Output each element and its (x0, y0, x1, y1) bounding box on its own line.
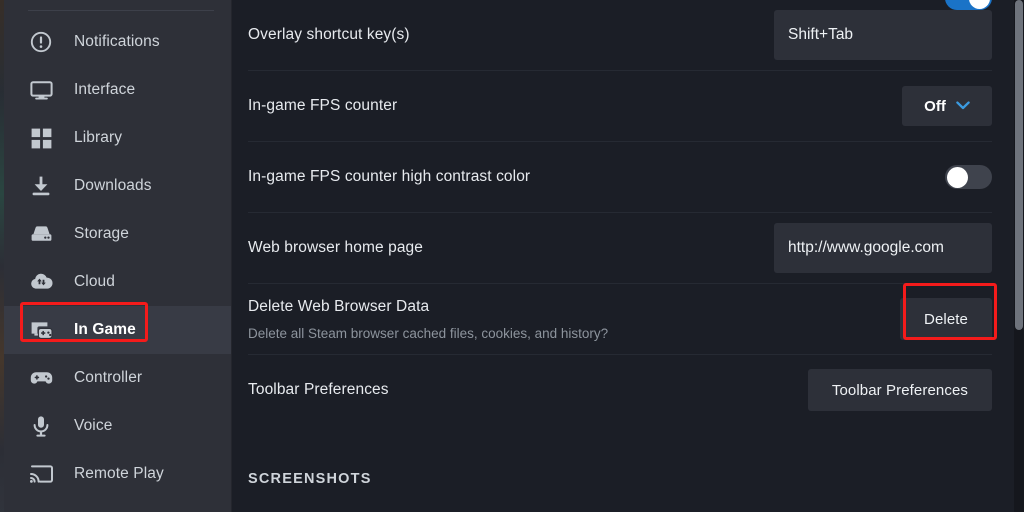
sidebar-item-notifications[interactable]: Notifications (4, 18, 232, 66)
cloud-sync-icon (28, 269, 54, 295)
setting-row-in-game-fps-counter: In-game FPS counter Off (248, 70, 992, 141)
setting-row-inner: Web browser home page http://www.google.c… (248, 213, 992, 283)
settings-main-pane: Overlay shortcut key(s) Shift+Tab In-game … (232, 0, 1024, 512)
gamepad-icon (28, 365, 54, 391)
setting-row-text: In-game FPS counter high contrast color (248, 168, 548, 186)
sidebar-item-label: Interface (74, 81, 136, 98)
setting-row-overlay-shortcut-key-s: Overlay shortcut key(s) Shift+Tab (248, 0, 992, 70)
monitor-icon (28, 77, 54, 103)
sidebar-item-in-game[interactable]: In Game (4, 306, 232, 354)
cast-screen-icon (28, 461, 54, 487)
setting-row-delete-web-browser-data: Delete Web Browser Data Delete all Steam … (248, 283, 992, 354)
sidebar-item-label: Storage (74, 225, 129, 242)
setting-control: Shift+Tab (774, 10, 992, 60)
section-heading-screenshots: SCREENSHOTS (248, 471, 372, 487)
sidebar-item-cloud[interactable]: Cloud (4, 258, 232, 306)
sidebar-item-label: Library (74, 129, 123, 146)
button-label: Delete (924, 310, 968, 328)
setting-label: In-game FPS counter high contrast color (248, 168, 531, 185)
setting-row-inner: In-game FPS counter Off (248, 71, 992, 141)
vertical-scroll-thumb[interactable] (1015, 0, 1023, 330)
sidebar-top-divider (28, 10, 214, 11)
setting-row-text: In-game FPS counter (248, 97, 415, 115)
setting-row-inner: In-game FPS counter high contrast color (248, 142, 992, 212)
steam-settings-window: Notifications Interface Library Downloads St… (0, 0, 1024, 512)
sidebar-nav: Notifications Interface Library Downloads St… (4, 18, 232, 498)
setting-label: In-game FPS counter (248, 97, 398, 114)
sidebar-item-label: Remote Play (74, 465, 164, 482)
setting-control: Off (902, 86, 992, 126)
sidebar-item-label: Cloud (74, 273, 115, 290)
sidebar-item-label: In Game (74, 321, 136, 338)
setting-row-in-game-fps-counter-high-contrast-color: In-game FPS counter high contrast color (248, 141, 992, 212)
window-left-edge (0, 0, 4, 512)
overlay-shortcut-key-s-input[interactable]: Shift+Tab (774, 10, 992, 60)
setting-control (945, 165, 992, 189)
sidebar-item-downloads[interactable]: Downloads (4, 162, 232, 210)
sidebar-item-remote-play[interactable]: Remote Play (4, 450, 232, 498)
setting-control: Toolbar Preferences (807, 369, 992, 411)
grid-icon (28, 125, 54, 151)
web-browser-home-page-input[interactable]: http://www.google.com (774, 223, 992, 273)
input-value: Shift+Tab (788, 26, 854, 43)
toolbar-preferences-button[interactable]: Toolbar Preferences (807, 369, 992, 411)
chevron-down-icon (956, 97, 970, 115)
setting-row-text: Toolbar Preferences (248, 381, 407, 399)
setting-label: Toolbar Preferences (248, 381, 389, 398)
sidebar-item-label: Controller (74, 369, 143, 386)
sidebar-item-interface[interactable]: Interface (4, 66, 232, 114)
setting-label: Web browser home page (248, 239, 423, 256)
setting-row-text: Overlay shortcut key(s) (248, 26, 428, 44)
sidebar-item-label: Downloads (74, 177, 152, 194)
input-value: http://www.google.com (788, 239, 944, 256)
toggle-knob (947, 166, 968, 188)
setting-row-text: Delete Web Browser Data Delete all Steam … (248, 298, 626, 341)
hard-drive-icon (28, 221, 54, 247)
sidebar-item-library[interactable]: Library (4, 114, 232, 162)
setting-row-text: Web browser home page (248, 239, 441, 257)
setting-row-web-browser-home-page: Web browser home page http://www.google.c… (248, 212, 992, 283)
download-icon (28, 173, 54, 199)
setting-row-inner: Toolbar Preferences Toolbar Preferences (248, 355, 992, 425)
in-game-overlay-icon (28, 317, 54, 343)
setting-label: Delete Web Browser Data (248, 297, 430, 315)
setting-row-toolbar-preferences: Toolbar Preferences Toolbar Preferences (248, 354, 992, 425)
setting-row-inner: Delete Web Browser Data Delete all Steam … (248, 284, 992, 354)
setting-control: Delete (900, 298, 992, 340)
notification-bell-icon (28, 29, 54, 55)
setting-row-inner: Overlay shortcut key(s) Shift+Tab (248, 0, 992, 70)
sidebar-item-controller[interactable]: Controller (4, 354, 232, 402)
in-game-fps-counter-dropdown[interactable]: Off (902, 86, 992, 126)
setting-control: http://www.google.com (774, 223, 992, 273)
setting-label: Overlay shortcut key(s) (248, 26, 410, 43)
microphone-icon (28, 413, 54, 439)
button-label: Toolbar Preferences (831, 381, 968, 399)
settings-sidebar: Notifications Interface Library Downloads St… (4, 0, 232, 512)
sidebar-item-label: Notifications (74, 33, 160, 50)
sidebar-item-storage[interactable]: Storage (4, 210, 232, 258)
sidebar-item-voice[interactable]: Voice (4, 402, 232, 450)
delete-button[interactable]: Delete (900, 298, 992, 340)
setting-description: Delete all Steam browser cached files, c… (248, 325, 609, 341)
dropdown-selected-value: Off (924, 97, 946, 115)
settings-rows: Overlay shortcut key(s) Shift+Tab In-game … (232, 0, 1024, 425)
sidebar-item-label: Voice (74, 417, 113, 434)
in-game-fps-counter-high-contrast-color-toggle[interactable] (945, 165, 992, 189)
